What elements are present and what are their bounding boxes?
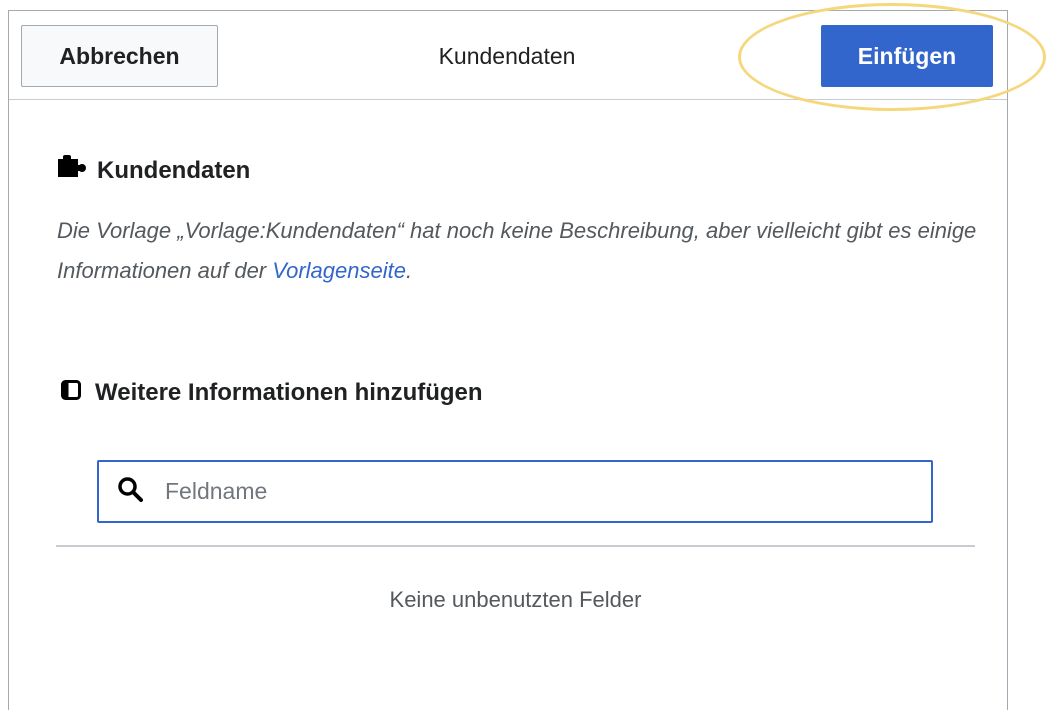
template-title: Kundendaten [97,156,251,184]
empty-fields-message: Keine unbenutzten Felder [389,587,642,612]
add-fields-heading: Weitere Informationen hinzufügen [61,379,483,407]
template-page-link[interactable]: Vorlagenseite [272,258,406,283]
dialog-title: Kundendaten [438,42,576,69]
add-field-icon [61,379,95,407]
field-name-input[interactable] [163,477,867,506]
description-text: Die Vorlage „Vorlage:Kundendaten“ hat no… [57,218,977,283]
description-end: . [405,258,413,283]
dialog-header: Abbrechen Kundendaten Einfügen [9,11,1007,100]
template-dialog: Abbrechen Kundendaten Einfügen Kundendat… [8,10,1008,710]
insert-button[interactable]: Einfügen [821,25,993,87]
cancel-button[interactable]: Abbrechen [21,25,218,87]
puzzle-icon [57,155,97,186]
search-icon [99,476,163,507]
divider [56,545,975,547]
template-heading: Kundendaten [57,155,250,186]
add-fields-title: Weitere Informationen hinzufügen [95,379,483,406]
field-search-box[interactable] [97,460,933,523]
template-description: Die Vorlage „Vorlage:Kundendaten“ hat no… [57,211,977,291]
